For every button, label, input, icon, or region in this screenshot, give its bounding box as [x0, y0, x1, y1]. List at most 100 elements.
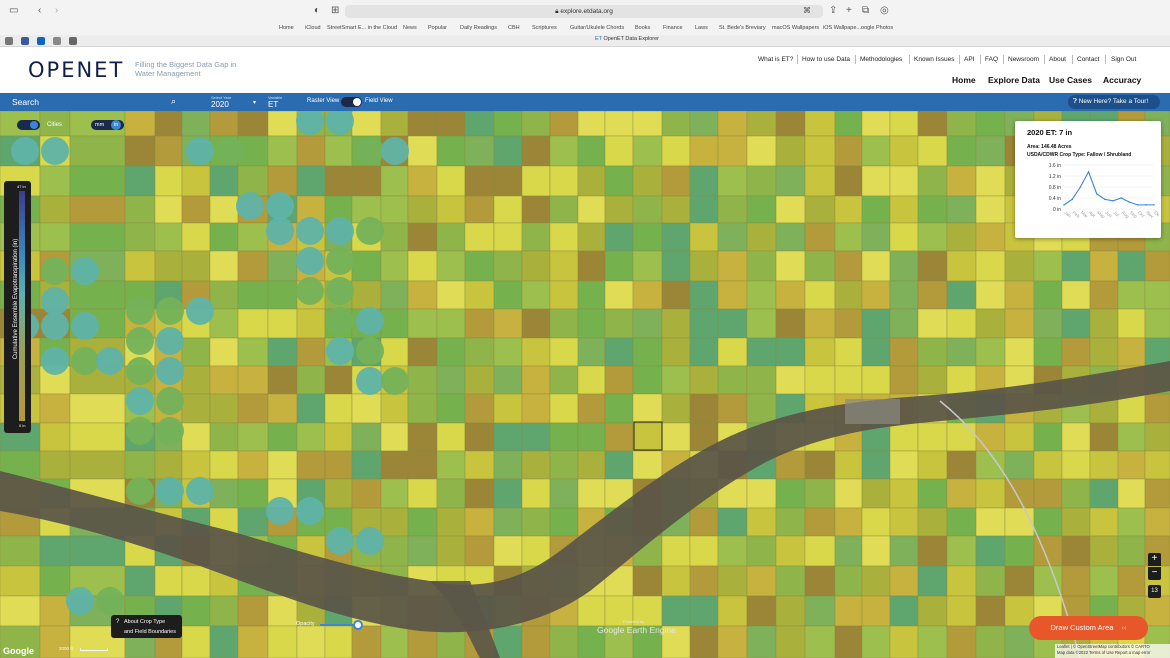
- field-parcel[interactable]: [661, 422, 691, 452]
- fav-news[interactable]: News: [403, 25, 417, 31]
- field-parcel[interactable]: [1061, 507, 1091, 537]
- field-parcel[interactable]: [1089, 535, 1119, 567]
- field-parcel[interactable]: [975, 165, 1006, 197]
- field-parcel[interactable]: [1117, 565, 1146, 597]
- field-parcel[interactable]: [493, 478, 523, 509]
- field-parcel[interactable]: [577, 422, 606, 452]
- fav-finance[interactable]: Finance: [663, 25, 683, 31]
- field-parcel[interactable]: [917, 422, 948, 452]
- field-parcel[interactable]: [861, 450, 891, 480]
- field-parcel[interactable]: [604, 337, 634, 367]
- tour-button[interactable]: ❓︎ New Here? Take a Tour!: [1068, 95, 1160, 109]
- field-parcel[interactable]: [0, 565, 41, 597]
- field-parcel[interactable]: [917, 565, 948, 597]
- field-parcel[interactable]: [209, 308, 239, 339]
- field-parcel[interactable]: [861, 625, 891, 658]
- field-parcel[interactable]: [661, 250, 691, 282]
- field-parcel[interactable]: [975, 280, 1006, 310]
- center-pivot-field[interactable]: [266, 192, 294, 220]
- about-crop-type-button[interactable]: ? About Crop Type and Field Boundaries: [111, 615, 182, 638]
- field-parcel[interactable]: [181, 195, 211, 224]
- link-about[interactable]: About: [1049, 56, 1066, 63]
- field-parcel[interactable]: [775, 222, 806, 252]
- field-parcel[interactable]: [380, 250, 409, 282]
- field-parcel[interactable]: [181, 625, 211, 658]
- field-parcel[interactable]: [861, 595, 891, 627]
- field-parcel[interactable]: [1144, 250, 1170, 282]
- link-sign-out[interactable]: Sign Out: [1111, 56, 1136, 63]
- fav-streetsmart[interactable]: StreetSmart E... in the Cloud: [327, 25, 397, 31]
- center-pivot-field[interactable]: [156, 387, 184, 415]
- field-parcel[interactable]: [407, 535, 438, 567]
- field-parcel[interactable]: [464, 507, 495, 537]
- field-parcel[interactable]: [181, 450, 211, 480]
- center-pivot-field[interactable]: [216, 137, 244, 165]
- field-parcel[interactable]: [324, 365, 353, 395]
- field-parcel[interactable]: [746, 280, 777, 310]
- field-parcel[interactable]: [632, 195, 663, 224]
- center-pivot-field[interactable]: [356, 217, 384, 245]
- field-parcel[interactable]: [717, 111, 748, 137]
- field-parcel[interactable]: [632, 565, 663, 597]
- field-parcel[interactable]: [181, 250, 211, 282]
- field-parcel[interactable]: [689, 135, 719, 167]
- field-parcel[interactable]: [296, 625, 326, 658]
- field-parcel[interactable]: [632, 365, 663, 395]
- field-parcel[interactable]: [834, 595, 863, 627]
- field-parcel[interactable]: [746, 135, 777, 167]
- field-parcel[interactable]: [267, 365, 298, 395]
- center-pivot-field[interactable]: [326, 217, 354, 245]
- field-parcel[interactable]: [237, 365, 269, 395]
- field-parcel[interactable]: [946, 507, 977, 537]
- field-parcel[interactable]: [889, 135, 919, 167]
- field-parcel[interactable]: [380, 165, 409, 197]
- field-parcel[interactable]: [717, 507, 748, 537]
- field-parcel[interactable]: [209, 450, 239, 480]
- field-parcel[interactable]: [69, 450, 126, 480]
- field-parcel[interactable]: [717, 280, 748, 310]
- field-parcel[interactable]: [632, 222, 663, 252]
- field-parcel[interactable]: [69, 280, 126, 310]
- field-parcel[interactable]: [746, 393, 777, 424]
- center-pivot-field[interactable]: [326, 337, 354, 365]
- field-parcel[interactable]: [296, 308, 326, 339]
- field-parcel[interactable]: [689, 507, 719, 537]
- fav-books[interactable]: Books: [635, 25, 650, 31]
- field-parcel[interactable]: [407, 507, 438, 537]
- field-parcel[interactable]: [604, 222, 634, 252]
- field-parcel[interactable]: [521, 478, 551, 509]
- fav-macos-wallpapers[interactable]: macOS Wallpapers: [772, 25, 819, 31]
- field-parcel[interactable]: [493, 250, 523, 282]
- field-parcel[interactable]: [746, 535, 777, 567]
- field-parcel[interactable]: [946, 422, 977, 452]
- field-parcel[interactable]: [975, 195, 1006, 224]
- center-pivot-field[interactable]: [326, 247, 354, 275]
- center-pivot-field[interactable]: [326, 277, 354, 305]
- field-parcel[interactable]: [775, 308, 806, 339]
- field-parcel[interactable]: [407, 478, 438, 509]
- center-pivot-field[interactable]: [11, 137, 39, 165]
- field-parcel[interactable]: [1089, 280, 1119, 310]
- field-parcel[interactable]: [689, 625, 719, 658]
- center-pivot-field[interactable]: [96, 347, 124, 375]
- field-parcel[interactable]: [237, 111, 269, 137]
- field-parcel[interactable]: [351, 422, 382, 452]
- field-parcel[interactable]: [1144, 393, 1170, 424]
- field-parcel[interactable]: [746, 250, 777, 282]
- field-parcel[interactable]: [604, 280, 634, 310]
- field-parcel[interactable]: [407, 250, 438, 282]
- field-parcel[interactable]: [946, 135, 977, 167]
- field-parcel[interactable]: [861, 478, 891, 509]
- field-parcel[interactable]: [69, 535, 126, 567]
- field-parcel[interactable]: [493, 422, 523, 452]
- center-pivot-field[interactable]: [356, 367, 384, 395]
- field-parcel[interactable]: [154, 135, 183, 167]
- nav-home[interactable]: Home: [952, 75, 976, 85]
- field-parcel[interactable]: [834, 250, 863, 282]
- field-parcel[interactable]: [689, 308, 719, 339]
- field-parcel[interactable]: [493, 111, 523, 137]
- field-parcel[interactable]: [861, 365, 891, 395]
- field-parcel[interactable]: [324, 165, 353, 197]
- field-parcel[interactable]: [154, 165, 183, 197]
- field-parcel[interactable]: [1033, 507, 1063, 537]
